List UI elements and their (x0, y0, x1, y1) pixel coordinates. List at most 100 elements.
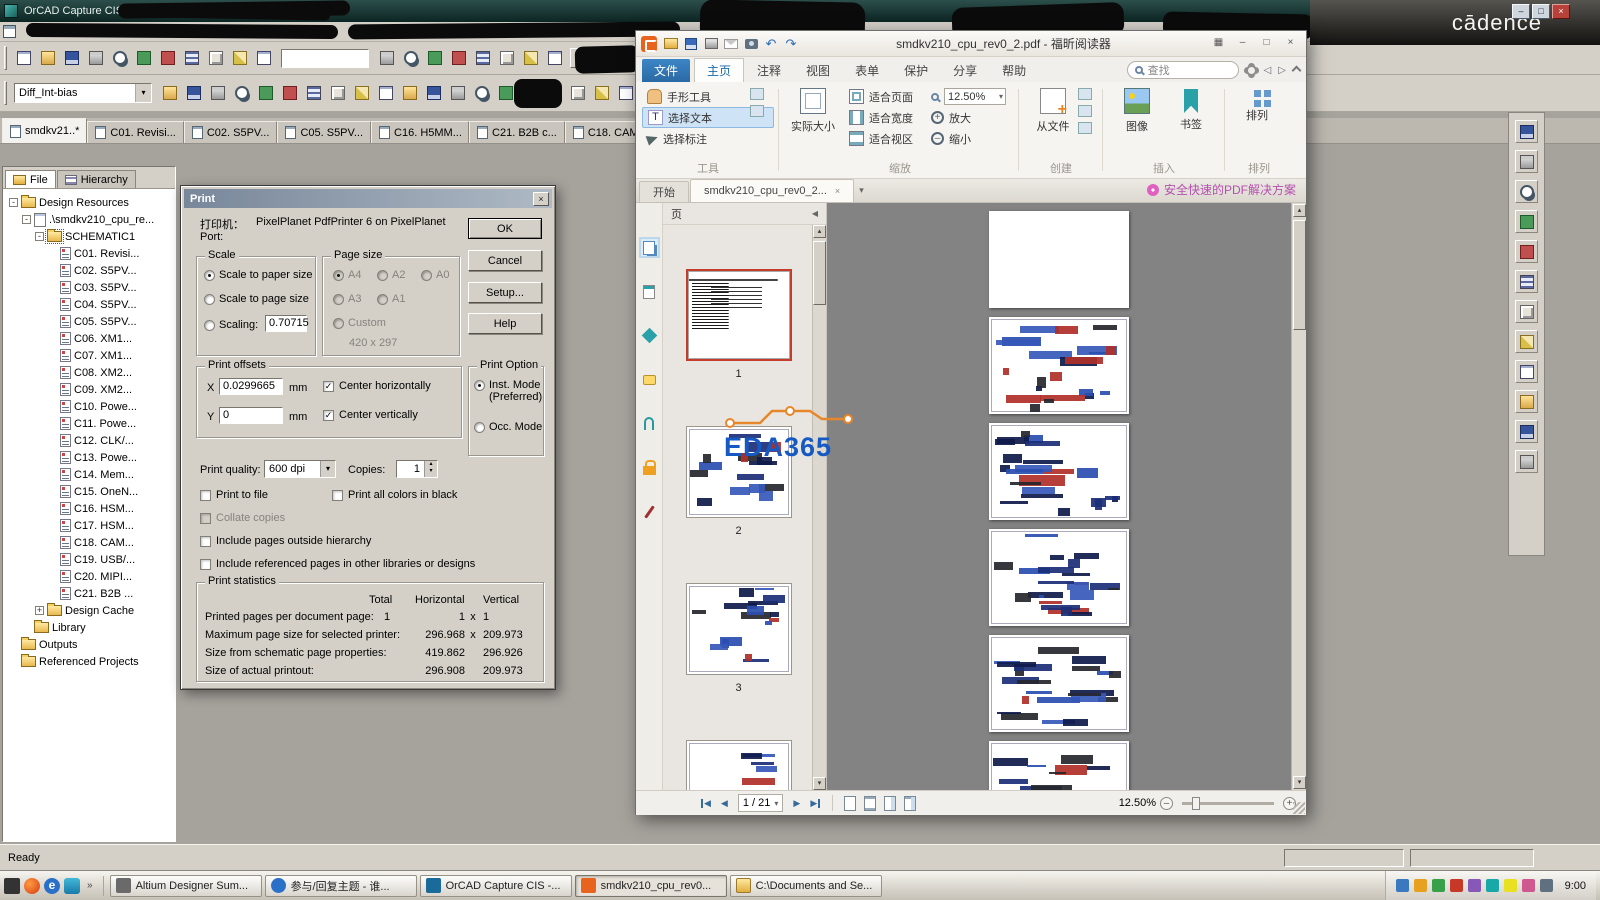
minimize-button[interactable]: – (1512, 4, 1530, 19)
orcad-doc-tab[interactable]: C21. B2B c... (469, 121, 565, 143)
expand-toggle-icon[interactable]: + (35, 606, 44, 615)
tree-item[interactable]: C21. B2B ... (3, 585, 175, 602)
ribbon-tab[interactable]: 视图 (794, 59, 842, 82)
tree-item[interactable]: C11. Powe... (3, 415, 175, 432)
radio-occ-mode[interactable]: Occ. Mode (474, 421, 542, 433)
promo-banner[interactable]: 安全快速的PDF解决方案 (1147, 181, 1306, 202)
tree-item[interactable]: C20. MIPI... (3, 568, 175, 585)
ground-tool-icon[interactable] (1515, 330, 1538, 353)
wire-tool-icon[interactable] (1515, 210, 1538, 233)
scaling-input[interactable]: 0.70715 (265, 315, 307, 332)
document-view[interactable] (827, 203, 1291, 790)
tree-item[interactable]: C17. HSM... (3, 517, 175, 534)
cross-reference-icon[interactable] (519, 47, 542, 70)
tree-item[interactable]: C07. XM1... (3, 347, 175, 364)
continuous-view-icon[interactable] (864, 796, 876, 811)
zoom-all-icon[interactable] (399, 47, 422, 70)
print-to-file-checkbox[interactable]: Print to file (200, 489, 268, 501)
fit-visible-button[interactable]: 适合视区 (844, 128, 918, 149)
back-annotate-icon[interactable] (447, 47, 470, 70)
offset-y-input[interactable]: 0 (219, 407, 283, 424)
ribbon-tab[interactable]: 文件 (642, 59, 690, 82)
settings-gear-icon[interactable] (1246, 65, 1257, 76)
collapse-panel-icon[interactable]: ◀ (812, 209, 818, 218)
taskbar-button[interactable]: smdkv210_cpu_rev0... (575, 875, 727, 897)
blank-page-icon[interactable] (1078, 122, 1092, 134)
tree-item[interactable]: C15. OneN... (3, 483, 175, 500)
expand-toggle-icon[interactable]: - (22, 215, 31, 224)
page-thumbnail[interactable] (686, 426, 792, 518)
junction-tool-icon[interactable] (1515, 270, 1538, 293)
scroll-down-icon[interactable]: ▾ (813, 777, 826, 790)
minimize-button[interactable]: – (1232, 35, 1253, 52)
print-icon[interactable] (703, 36, 719, 51)
signatures-icon[interactable] (641, 503, 658, 520)
tree-item[interactable]: C13. Powe... (3, 449, 175, 466)
radio-scale-to-paper[interactable]: Scale to paper size (204, 269, 313, 281)
copy-icon[interactable] (132, 47, 155, 70)
security-icon[interactable] (641, 459, 658, 476)
ribbon-tab[interactable]: 注释 (745, 59, 793, 82)
page-preview[interactable] (989, 317, 1129, 414)
zoom-slider-thumb[interactable] (1192, 797, 1200, 810)
open-document-icon[interactable] (36, 47, 59, 70)
tree-item[interactable]: C06. XM1... (3, 330, 175, 347)
zoom-out-icon[interactable] (252, 47, 275, 70)
page-preview[interactable] (989, 423, 1129, 520)
insert-bookmark-button[interactable]: 书签 (1164, 87, 1218, 132)
bookmarks-icon[interactable] (641, 283, 658, 300)
tree-item[interactable]: C14. Mem... (3, 466, 175, 483)
ribbon-tab[interactable]: 分享 (941, 59, 989, 82)
help-button[interactable]: Help (468, 313, 542, 334)
comments-icon[interactable] (641, 371, 658, 388)
redo-icon[interactable] (783, 36, 799, 51)
updater-icon[interactable] (1486, 879, 1499, 892)
actual-size-button[interactable]: 实际大小 (786, 87, 840, 134)
browser-firefox-icon[interactable] (24, 878, 40, 894)
tree-item[interactable]: +Design Cache (3, 602, 175, 619)
media-player-icon[interactable] (64, 878, 80, 894)
tree-item[interactable]: Outputs (3, 636, 175, 653)
resize-grip[interactable] (1293, 802, 1305, 814)
document-scrollbar[interactable]: ▴ ▾ (1291, 203, 1306, 790)
print-icon[interactable] (84, 47, 107, 70)
search-box[interactable]: 查找 (1127, 61, 1239, 79)
new-document-icon[interactable] (12, 47, 35, 70)
annotate-icon[interactable] (423, 47, 446, 70)
nav-back-icon[interactable]: ◁ (1264, 65, 1272, 76)
page-preview[interactable] (989, 211, 1129, 308)
orcad-doc-tab[interactable]: C01. Revisi... (87, 121, 183, 143)
orcad-doc-tab[interactable]: C02. S5PV... (184, 121, 278, 143)
cancel-button[interactable]: Cancel (468, 250, 542, 271)
panel-tab-hierarchy[interactable]: Hierarchy (57, 170, 136, 188)
reading-layout-button[interactable]: ▦ (1208, 35, 1229, 52)
scroll-thumb[interactable] (813, 241, 826, 305)
layers-icon[interactable] (641, 327, 658, 344)
place-arc-icon[interactable] (590, 82, 613, 105)
taskbar-button[interactable]: OrCAD Capture CIS -... (420, 875, 572, 897)
from-clipboard-icon[interactable] (1078, 105, 1092, 117)
place-off-page-connector-icon[interactable] (446, 82, 469, 105)
orcad-doc-tab[interactable]: C16. H5MM... (371, 121, 469, 143)
create-from-file-button[interactable]: 从文件 (1026, 87, 1080, 134)
thumbnails-scrollbar[interactable]: ▴ ▾ (812, 225, 826, 790)
scroll-thumb[interactable] (1293, 220, 1306, 330)
place-bus-entry-icon[interactable] (302, 82, 325, 105)
tree-item[interactable]: C10. Powe... (3, 398, 175, 415)
print-dialog-titlebar[interactable]: Print × (184, 189, 552, 208)
panel-tab-file[interactable]: File (5, 170, 56, 188)
tree-item[interactable]: C05. S5PV... (3, 313, 175, 330)
tree-item[interactable]: C09. XM2... (3, 381, 175, 398)
zoom-tool-icon[interactable] (1515, 150, 1538, 173)
create-netlist-icon[interactable] (495, 47, 518, 70)
quicklaunch-overflow[interactable]: » (83, 880, 97, 891)
page-preview[interactable] (989, 635, 1129, 732)
part-search-field[interactable] (281, 49, 369, 68)
scroll-down-icon[interactable]: ▾ (1293, 776, 1306, 789)
port-tool-icon[interactable] (1515, 360, 1538, 383)
page-thumbnail[interactable] (686, 269, 792, 361)
place-part-icon[interactable] (182, 82, 205, 105)
page-thumbnail[interactable] (686, 740, 792, 790)
place-wire-icon[interactable] (206, 82, 229, 105)
place-hierarchical-pin-icon[interactable] (422, 82, 445, 105)
